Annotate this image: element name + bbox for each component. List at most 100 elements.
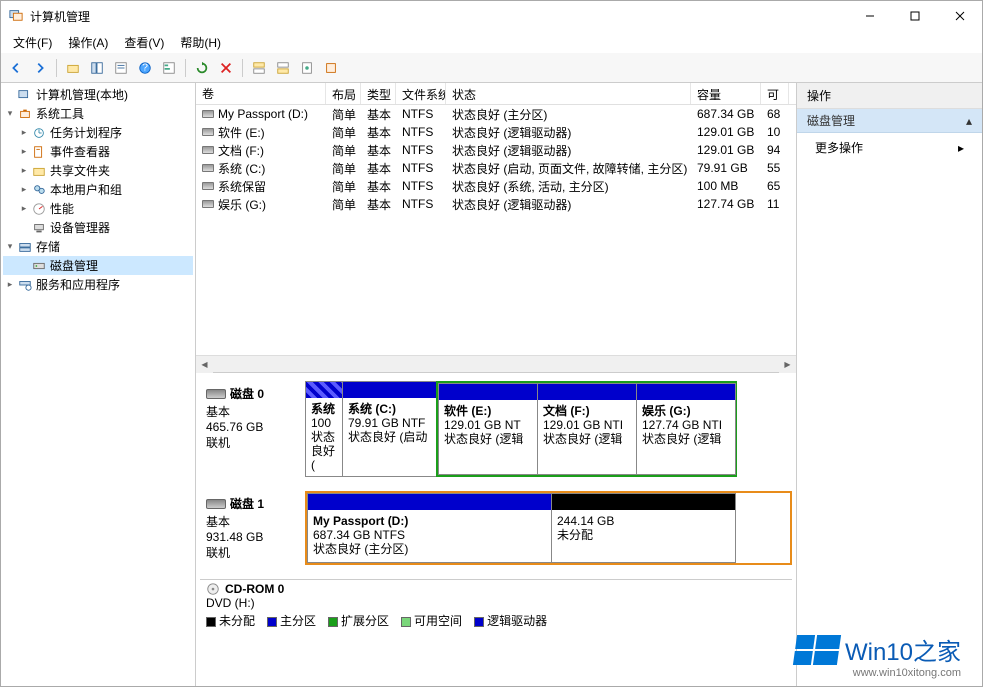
window-title: 计算机管理 [30, 8, 847, 25]
vol-status: 状态良好 (系统, 活动, 主分区) [446, 177, 691, 196]
tree-storage[interactable]: ▾存储 [3, 237, 193, 256]
menu-view[interactable]: 查看(V) [117, 32, 171, 53]
legend-logical: 逻辑驱动器 [487, 614, 547, 628]
col-layout[interactable]: 布局 [326, 83, 361, 104]
extra-button[interactable] [320, 57, 342, 79]
delete-button[interactable] [215, 57, 237, 79]
disk1-part-d[interactable]: My Passport (D:)687.34 GB NTFS状态良好 (主分区) [307, 493, 552, 563]
properties-button[interactable] [110, 57, 132, 79]
volume-body[interactable]: My Passport (D:)简单基本NTFS状态良好 (主分区)687.34… [196, 105, 796, 355]
tree-users[interactable]: ▸本地用户和组 [3, 180, 193, 199]
disk0-extended-group: 软件 (E:)129.01 GB NT状态良好 (逻辑 文档 (F:)129.0… [436, 381, 737, 477]
tree-services-label: 服务和应用程序 [36, 276, 120, 293]
disk0-part-c[interactable]: 系统 (C:)79.91 GB NTF状态良好 (启动 [342, 381, 437, 477]
scroll-left-icon[interactable]: ◀ [196, 356, 213, 373]
forward-button[interactable] [29, 57, 51, 79]
tree-perf[interactable]: ▸性能 [3, 199, 193, 218]
vol-layout: 简单 [326, 177, 361, 196]
settings-button[interactable] [296, 57, 318, 79]
col-fs[interactable]: 文件系统 [396, 83, 446, 104]
actions-more[interactable]: 更多操作▸ [797, 133, 982, 162]
tree-shared[interactable]: ▸共享文件夹 [3, 161, 193, 180]
minimize-button[interactable] [847, 1, 892, 31]
actions-subheader[interactable]: 磁盘管理▴ [797, 109, 982, 133]
vol-cap: 129.01 GB [691, 142, 761, 158]
tree-devmgr[interactable]: 设备管理器 [3, 218, 193, 237]
vol-layout: 简单 [326, 159, 361, 178]
vol-free: 10 [761, 124, 789, 140]
show-hide-tree-button[interactable] [86, 57, 108, 79]
cdrom-icon [206, 582, 220, 596]
actions-pane: 操作 磁盘管理▴ 更多操作▸ [797, 83, 982, 686]
tree-shared-label: 共享文件夹 [50, 162, 110, 179]
vol-cap: 127.74 GB [691, 196, 761, 212]
volume-row[interactable]: My Passport (D:)简单基本NTFS状态良好 (主分区)687.34… [196, 105, 796, 123]
vol-status: 状态良好 (逻辑驱动器) [446, 141, 691, 160]
disk0-part-g[interactable]: 娱乐 (G:)127.74 GB NTI状态良好 (逻辑 [636, 383, 736, 475]
disk1-unallocated[interactable]: 244.14 GB未分配 [551, 493, 736, 563]
col-free[interactable]: 可 [761, 83, 789, 104]
content-pane: 卷 布局 类型 文件系统 状态 容量 可 My Passport (D:)简单基… [196, 83, 797, 686]
list-bottom-button[interactable] [272, 57, 294, 79]
disk0-part-e[interactable]: 软件 (E:)129.01 GB NT状态良好 (逻辑 [438, 383, 538, 475]
up-button[interactable] [62, 57, 84, 79]
disk0-part-f[interactable]: 文档 (F:)129.01 GB NTI状态良好 (逻辑 [537, 383, 637, 475]
help-button[interactable]: ? [134, 57, 156, 79]
tree-systools[interactable]: ▾系统工具 [3, 104, 193, 123]
vol-type: 基本 [361, 177, 396, 196]
vol-type: 基本 [361, 195, 396, 214]
volume-icon [202, 200, 214, 208]
vol-cap: 129.01 GB [691, 124, 761, 140]
volume-icon [202, 164, 214, 172]
col-type[interactable]: 类型 [361, 83, 396, 104]
cdrom-row[interactable]: CD-ROM 0 DVD (H:) 未分配 主分区 扩展分区 可用空间 逻辑驱动… [200, 579, 792, 631]
volume-icon [202, 110, 214, 118]
svg-text:?: ? [142, 61, 148, 73]
disk-1-type: 基本 [206, 513, 299, 530]
disk-1-title: 磁盘 1 [230, 495, 264, 512]
tree-systools-label: 系统工具 [36, 105, 84, 122]
refresh-button[interactable] [191, 57, 213, 79]
volume-icon [202, 182, 214, 190]
tree-scheduler[interactable]: ▸任务计划程序 [3, 123, 193, 142]
cdrom-sub: DVD (H:) [206, 596, 786, 610]
volume-row[interactable]: 软件 (E:)简单基本NTFS状态良好 (逻辑驱动器)129.01 GB10 [196, 123, 796, 141]
tree-services[interactable]: ▸服务和应用程序 [3, 275, 193, 294]
maximize-button[interactable] [892, 1, 937, 31]
volume-header: 卷 布局 类型 文件系统 状态 容量 可 [196, 83, 796, 105]
tree-diskmgmt[interactable]: 磁盘管理 [3, 256, 193, 275]
disk-icon [206, 499, 226, 509]
volume-row[interactable]: 文档 (F:)简单基本NTFS状态良好 (逻辑驱动器)129.01 GB94 [196, 141, 796, 159]
volume-row[interactable]: 娱乐 (G:)简单基本NTFS状态良好 (逻辑驱动器)127.74 GB11 [196, 195, 796, 213]
scroll-right-icon[interactable]: ▶ [779, 356, 796, 373]
list-top-button[interactable] [248, 57, 270, 79]
menu-help[interactable]: 帮助(H) [173, 32, 228, 53]
vol-name: 文档 (F:) [218, 142, 264, 159]
col-volume[interactable]: 卷 [196, 83, 326, 104]
vol-cap: 100 MB [691, 178, 761, 194]
col-cap[interactable]: 容量 [691, 83, 761, 104]
vol-name: 系统保留 [218, 178, 266, 195]
disk-0-row[interactable]: 磁盘 0 基本 465.76 GB 联机 系统100状态良好 ( 系统 (C:)… [200, 381, 792, 477]
volume-row[interactable]: 系统 (C:)简单基本NTFS状态良好 (启动, 页面文件, 故障转储, 主分区… [196, 159, 796, 177]
volume-hscroll[interactable]: ◀ ▶ [196, 355, 796, 372]
vol-type: 基本 [361, 105, 396, 124]
menu-action[interactable]: 操作(A) [61, 32, 115, 53]
vol-status: 状态良好 (逻辑驱动器) [446, 195, 691, 214]
disk0-part-sysreserved[interactable]: 系统100状态良好 ( [305, 381, 343, 477]
tree-eventvwr[interactable]: ▸事件查看器 [3, 142, 193, 161]
legend-unalloc: 未分配 [219, 614, 255, 628]
volume-row[interactable]: 系统保留简单基本NTFS状态良好 (系统, 活动, 主分区)100 MB65 [196, 177, 796, 195]
disk-0-title: 磁盘 0 [230, 385, 264, 402]
tree-root[interactable]: 计算机管理(本地) [3, 85, 193, 104]
vol-layout: 简单 [326, 141, 361, 160]
vol-type: 基本 [361, 159, 396, 178]
legend-primary: 主分区 [280, 614, 316, 628]
refresh-list-button[interactable] [158, 57, 180, 79]
col-status[interactable]: 状态 [446, 83, 691, 104]
vol-type: 基本 [361, 141, 396, 160]
menu-file[interactable]: 文件(F) [6, 32, 59, 53]
close-button[interactable] [937, 1, 982, 31]
back-button[interactable] [5, 57, 27, 79]
disk-1-row[interactable]: 磁盘 1 基本 931.48 GB 联机 My Passport (D:)687… [200, 491, 792, 565]
